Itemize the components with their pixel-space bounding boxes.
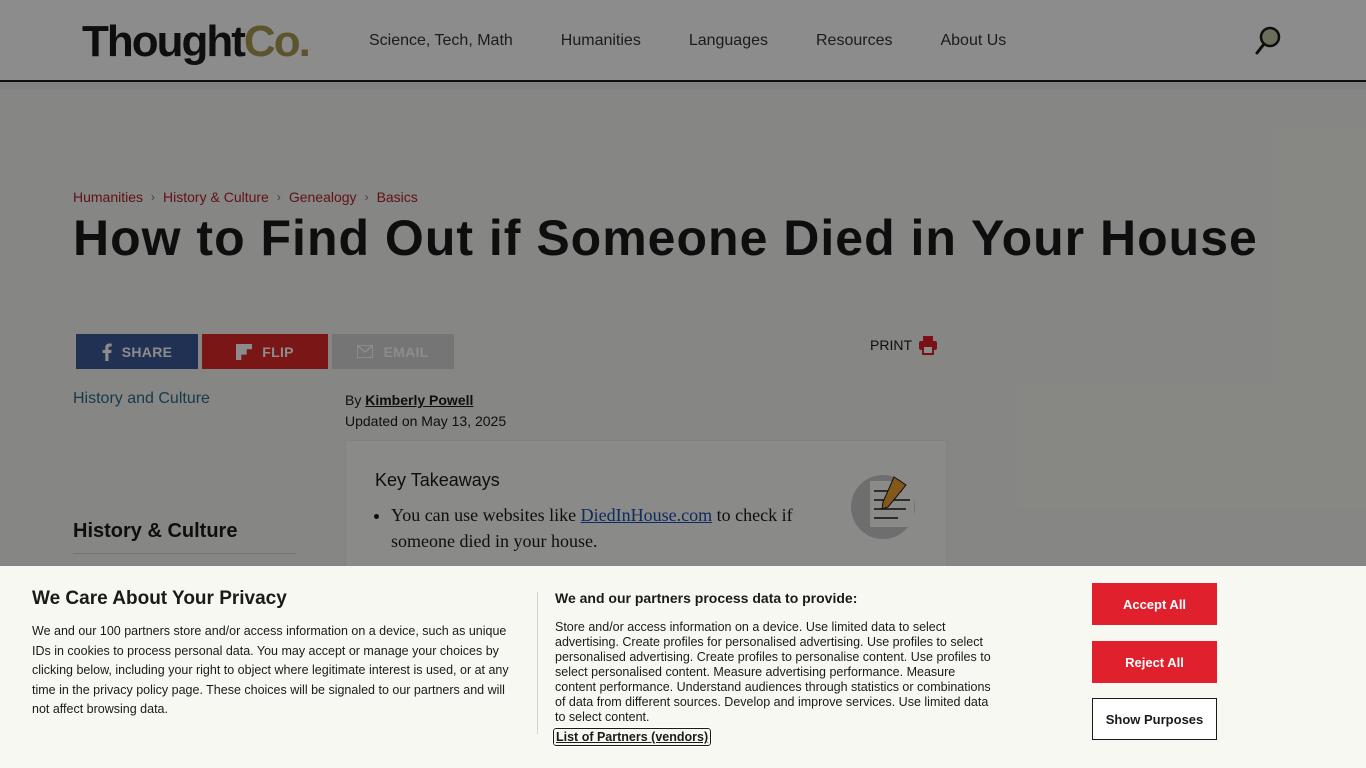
- consent-purposes-heading: We and our partners process data to prov…: [555, 590, 858, 606]
- list-of-partners-link[interactable]: List of Partners (vendors): [551, 727, 713, 747]
- accept-all-button[interactable]: Accept All: [1092, 583, 1217, 625]
- privacy-consent-banner: We Care About Your Privacy We and our 10…: [0, 566, 1366, 768]
- consent-description: We and our 100 partners store and/or acc…: [32, 624, 509, 716]
- consent-divider: [537, 592, 538, 734]
- reject-all-button[interactable]: Reject All: [1092, 641, 1217, 683]
- consent-purposes-text: Store and/or access information on a dev…: [555, 620, 991, 724]
- show-purposes-button[interactable]: Show Purposes: [1092, 698, 1217, 740]
- consent-title: We Care About Your Privacy: [32, 588, 287, 609]
